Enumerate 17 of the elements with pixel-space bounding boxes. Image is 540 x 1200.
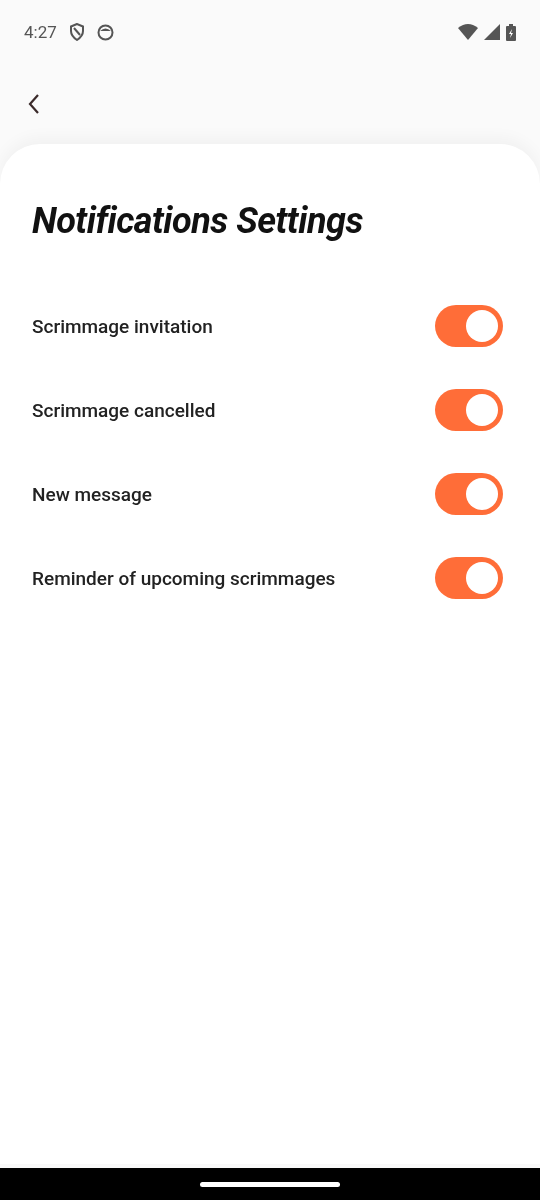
toggle-switch[interactable] bbox=[435, 389, 503, 431]
signal-icon bbox=[484, 24, 500, 40]
setting-label: Reminder of upcoming scrimmages bbox=[32, 566, 336, 590]
battery-icon bbox=[506, 23, 516, 41]
status-time: 4:27 bbox=[24, 22, 57, 42]
toggle-switch[interactable] bbox=[435, 305, 503, 347]
toggle-switch[interactable] bbox=[435, 473, 503, 515]
toggle-switch[interactable] bbox=[435, 557, 503, 599]
setting-label: Scrimmage invitation bbox=[32, 314, 213, 338]
setting-label: Scrimmage cancelled bbox=[32, 398, 216, 422]
wifi-icon bbox=[458, 24, 478, 40]
face-icon bbox=[96, 23, 114, 41]
back-icon bbox=[26, 92, 42, 116]
home-handle[interactable] bbox=[200, 1181, 340, 1187]
shield-icon bbox=[68, 23, 85, 41]
setting-label: New message bbox=[32, 482, 152, 506]
page-title: Notifications Settings bbox=[32, 200, 364, 242]
